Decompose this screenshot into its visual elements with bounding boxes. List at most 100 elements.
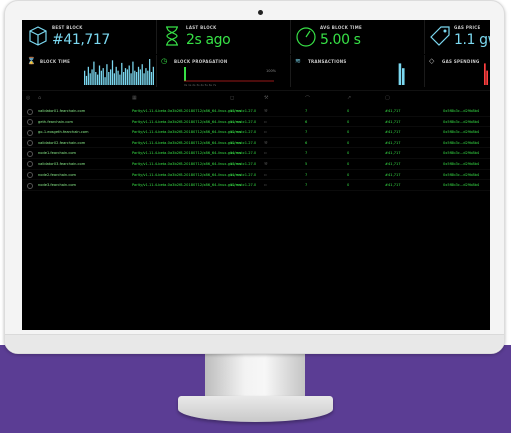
chart-bar xyxy=(402,68,405,85)
node-pending: 7 xyxy=(305,109,308,113)
chart-bar xyxy=(115,66,117,85)
chart-bar xyxy=(117,70,119,85)
chart-bar xyxy=(100,70,102,85)
node-hash: 0x5f8b3c...d29b8b4 xyxy=(443,119,480,124)
node-hash: 0x5f8b3c...d29b8b4 xyxy=(443,140,480,145)
node-name: validator01.fearchain.com xyxy=(38,109,86,113)
stat-gas-price: GAS PRICE 1.1 gwei xyxy=(424,20,490,54)
chart-bar xyxy=(87,66,89,85)
status-icon: ▫ xyxy=(264,171,267,177)
node-pending: 5 xyxy=(305,161,308,166)
table-row[interactable]: geth.fearchain.com Parity/v1.11.4-beta-0… xyxy=(22,117,490,128)
chart-bar xyxy=(150,72,153,85)
pin-icon[interactable] xyxy=(27,129,33,136)
propagation-percent-label: 100% xyxy=(266,69,277,73)
cube-icon xyxy=(29,26,47,46)
node-block: #41,717 xyxy=(385,109,401,113)
propagation-bar xyxy=(184,67,186,81)
node-uncles: 0 xyxy=(347,161,350,166)
table-row[interactable]: node3.fearchain.com Parity/v1.11.4-beta-… xyxy=(22,180,490,191)
table-row[interactable]: node2.fearchain.com Parity/v1.11.4-beta-… xyxy=(22,170,490,181)
chart-bar xyxy=(121,62,123,85)
node-latency: 11 ms xyxy=(230,172,242,177)
stat-label: AVG BLOCK TIME xyxy=(320,25,363,30)
node-pending: 6 xyxy=(305,140,308,145)
chart-bar xyxy=(95,72,97,85)
chart-bar xyxy=(483,63,486,85)
node-icon: ◎ xyxy=(26,95,31,101)
chart-bar xyxy=(104,77,106,85)
table-row[interactable]: go-1.eosgeth.fearchain.com Parity/v1.11.… xyxy=(22,127,490,138)
stat-value: #41,717 xyxy=(52,32,110,48)
node-pending: 7 xyxy=(305,130,308,135)
node-name: validator03.fearchain.com xyxy=(38,161,86,166)
status-icon: ▫ xyxy=(264,182,267,188)
table-row[interactable]: validator01.fearchain.com Parity/v1.11.4… xyxy=(22,106,490,117)
stat-last-block: LAST BLOCK 2s ago xyxy=(156,20,291,54)
node-block: #41,717 xyxy=(385,140,401,145)
pin-icon[interactable] xyxy=(27,140,33,147)
mini-block-propagation: ◷ BLOCK PROPAGATION 100% 0s 1s 2s 3s 4s … xyxy=(156,55,291,87)
stat-best-block: BEST BLOCK #41,717 xyxy=(22,20,157,54)
chart-bar xyxy=(139,69,141,85)
chart-bar xyxy=(93,61,95,85)
mini-label: BLOCK TIME xyxy=(40,59,71,64)
table-row[interactable]: validator03.fearchain.com Parity/v1.11.4… xyxy=(22,159,490,170)
stat-label: BEST BLOCK xyxy=(52,25,83,30)
mini-transactions: ≋ TRANSACTIONS xyxy=(290,55,425,87)
chart-bar xyxy=(149,59,151,85)
node-pending: 7 xyxy=(305,172,308,177)
wind-icon: ≋ xyxy=(295,57,301,65)
chart-bar xyxy=(126,69,128,85)
monitor-chin xyxy=(5,334,504,353)
mining-icon: ⚒ xyxy=(264,95,269,101)
stat-value: 2s ago xyxy=(186,32,231,48)
node-table: validator01.fearchain.com Parity/v1.11.4… xyxy=(22,106,490,191)
hourglass-icon xyxy=(166,26,178,46)
chart-bar xyxy=(102,68,104,85)
pin-icon[interactable] xyxy=(27,119,33,126)
node-uncles: 0 xyxy=(347,183,350,188)
pin-icon[interactable] xyxy=(27,161,33,168)
pin-icon[interactable] xyxy=(27,150,33,157)
pin-icon[interactable] xyxy=(27,108,33,115)
clock-icon: ◷ xyxy=(161,57,168,65)
chart-bar xyxy=(108,72,110,85)
chart-bar xyxy=(132,61,134,85)
node-hash: 0x5f8b3c...d29b8b4 xyxy=(443,109,480,113)
mini-label: BLOCK PROPAGATION xyxy=(174,59,228,64)
node-block: #41,717 xyxy=(385,183,401,188)
node-uncles: 0 xyxy=(347,109,350,113)
chart-bar xyxy=(134,70,136,85)
transactions-chart xyxy=(398,63,405,85)
node-name: geth.fearchain.com xyxy=(38,119,73,124)
mini-gas-spending: ◇ GAS SPENDING xyxy=(424,55,490,87)
node-block: #41,717 xyxy=(385,130,401,135)
status-icon: ▫ xyxy=(264,150,267,156)
pin-icon[interactable] xyxy=(27,172,33,179)
table-header: ◎ ⌂ ▦ ◻ ⚒ ⌒ ↗ ▢ xyxy=(22,94,490,104)
node-pending: 6 xyxy=(305,119,308,124)
chart-bar xyxy=(119,74,121,85)
camera-icon xyxy=(258,10,263,15)
hourglass-icon: ⌛ xyxy=(27,57,36,65)
gas-spending-chart xyxy=(483,63,488,85)
node-hash: 0x5f8b3c...d29b8b4 xyxy=(443,183,480,188)
node-pending: 7 xyxy=(305,183,308,188)
table-row[interactable]: node1.fearchain.com Parity/v1.11.4-beta-… xyxy=(22,148,490,159)
node-block: #41,717 xyxy=(385,151,401,156)
table-row[interactable]: validator02.fearchain.com Parity/v1.11.4… xyxy=(22,138,490,149)
chart-bar xyxy=(143,73,145,85)
chart-bar xyxy=(84,70,86,85)
stat-avg-block-time: AVG BLOCK TIME 5.00 s xyxy=(290,20,425,54)
peers-icon: ⌒ xyxy=(305,96,311,102)
pin-icon[interactable] xyxy=(27,182,33,189)
propagation-axis: 0s 1s 2s 3s 4s 5s 6s 7s xyxy=(184,83,217,87)
chart-bar xyxy=(130,73,132,85)
chart-bar xyxy=(128,65,130,85)
info-icon: ⌂ xyxy=(38,95,42,101)
chart-bar xyxy=(91,69,93,85)
node-name: node1.fearchain.com xyxy=(38,151,77,156)
client-icon: ▦ xyxy=(132,95,137,101)
chart-bar xyxy=(141,64,143,85)
